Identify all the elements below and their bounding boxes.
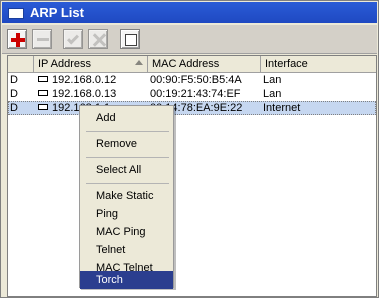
menu-separator <box>86 131 169 132</box>
row-flag: D <box>10 88 18 100</box>
enable-button[interactable] <box>63 29 83 49</box>
toolbar <box>2 25 377 54</box>
header-ip-address[interactable]: IP Address <box>34 56 148 72</box>
window-title: ARP List <box>30 5 84 20</box>
row-mac: 00:19:21:43:74:EF <box>150 88 241 100</box>
titlebar[interactable]: ARP List <box>2 2 377 23</box>
plus-icon <box>11 33 25 47</box>
add-button[interactable] <box>7 29 27 49</box>
menu-item-telnet[interactable]: Telnet <box>80 241 173 259</box>
table-row-selected[interactable]: D 192.168.1.1 00:14:78:EA:9E:22 Internet <box>8 101 376 115</box>
row-mac: 00:90:F5:50:B5:4A <box>150 74 242 86</box>
ip-icon <box>38 76 48 82</box>
header-flag[interactable] <box>8 56 34 72</box>
x-icon <box>92 32 107 47</box>
minus-icon <box>37 38 49 41</box>
header-mac-address[interactable]: MAC Address <box>148 56 261 72</box>
comment-icon <box>125 34 137 46</box>
context-menu: Add Remove Select All Make Static Ping M… <box>79 105 174 289</box>
menu-item-remove[interactable]: Remove <box>80 135 173 153</box>
check-icon <box>66 32 80 45</box>
row-interface: Internet <box>263 102 301 114</box>
menu-item-make-static[interactable]: Make Static <box>80 187 173 205</box>
row-flag: D <box>10 102 18 114</box>
sort-ascending-icon <box>135 60 143 65</box>
comment-button[interactable] <box>120 29 140 49</box>
menu-separator <box>86 157 169 158</box>
menu-item-mac-ping[interactable]: MAC Ping <box>80 223 173 241</box>
menu-item-ping[interactable]: Ping <box>80 205 173 223</box>
row-ip: 192.168.0.12 <box>36 73 148 87</box>
row-flag: D <box>10 74 18 86</box>
window-icon <box>8 8 24 19</box>
disable-button[interactable] <box>88 29 108 49</box>
menu-item-torch[interactable]: Torch <box>80 271 173 289</box>
row-interface: Lan <box>263 88 282 100</box>
table-row[interactable]: D 192.168.0.12 00:90:F5:50:B5:4A Lan <box>8 73 376 87</box>
table-row[interactable]: D 192.168.0.13 00:19:21:43:74:EF Lan <box>8 87 376 101</box>
row-ip: 192.168.0.13 <box>36 87 148 101</box>
menu-item-add[interactable]: Add <box>80 109 173 127</box>
menu-separator <box>86 183 169 184</box>
menu-item-select-all[interactable]: Select All <box>80 161 173 179</box>
table-header: IP Address MAC Address Interface <box>8 56 376 73</box>
arp-list-window: ARP List IP Address MAC Address Interfac… <box>0 0 379 298</box>
remove-button[interactable] <box>32 29 52 49</box>
row-interface: Lan <box>263 74 282 86</box>
arp-table: IP Address MAC Address Interface D 192.1… <box>7 55 377 297</box>
ip-icon <box>38 104 48 110</box>
header-interface[interactable]: Interface <box>261 56 378 72</box>
ip-icon <box>38 90 48 96</box>
